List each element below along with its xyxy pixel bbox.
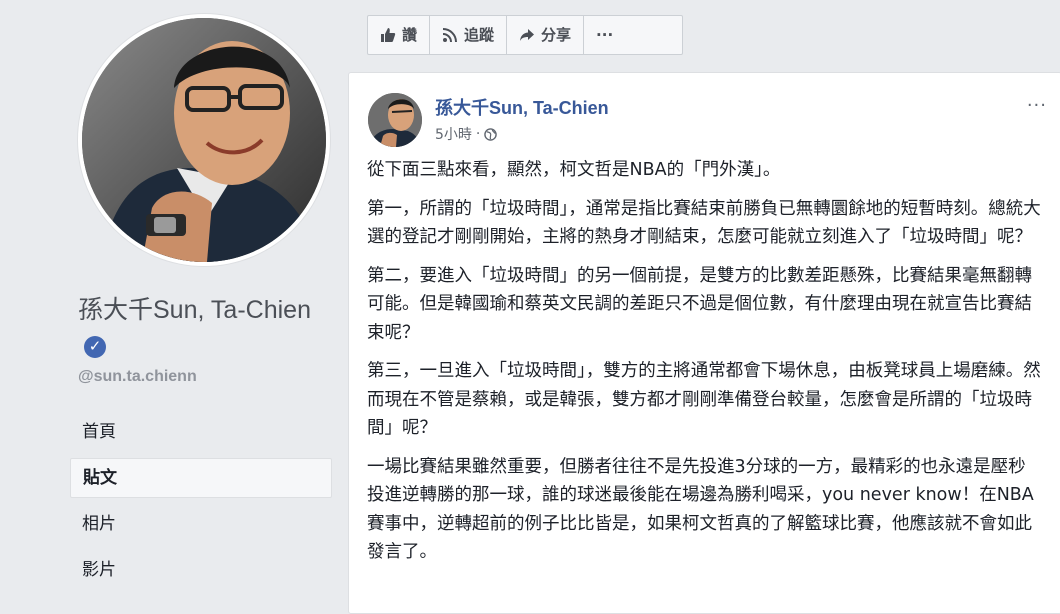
- page-action-bar: 讚 追蹤 分享 ···: [367, 15, 683, 55]
- author-avatar-illustration: [368, 93, 422, 147]
- profile-picture[interactable]: [82, 18, 326, 262]
- verified-badge-icon[interactable]: ✓: [84, 336, 106, 359]
- post-text: 從下面三點來看，顯然，柯文哲是NBA的「門外漢」。 第一，所謂的「垃圾時間」，通…: [367, 156, 1043, 577]
- post-author-avatar[interactable]: [368, 93, 422, 147]
- rss-follow-icon: [442, 28, 458, 43]
- nav-item-photos[interactable]: 相片: [70, 504, 332, 544]
- follow-button[interactable]: 追蹤: [430, 16, 508, 54]
- thumbs-up-icon: [381, 28, 396, 42]
- nav-item-home[interactable]: 首頁: [70, 412, 332, 452]
- nav-item-posts[interactable]: 貼文: [70, 458, 332, 498]
- nav-item-videos[interactable]: 影片: [70, 550, 332, 590]
- share-button[interactable]: 分享: [507, 16, 585, 54]
- post-card: 孫大千Sun, Ta-Chien 5小時 · ··· 從下面三點來看，顯然，柯文…: [348, 72, 1060, 614]
- post-paragraph: 第二，要進入「垃圾時間」的另一個前提，是雙方的比數差距懸殊，比賽結果毫無翻轉可能…: [367, 265, 1032, 343]
- profile-photo-illustration: [82, 18, 326, 262]
- follow-label: 追蹤: [464, 26, 495, 44]
- page-sidebar: 孫大千Sun, Ta-Chien ✓ @sun.ta.chienn 首頁 貼文 相…: [0, 0, 348, 596]
- like-label: 讚: [402, 26, 418, 44]
- post-paragraph: 第一，所謂的「垃圾時間」，通常是指比賽結束前勝負已無轉圜餘地的短暫時刻。總統大選…: [367, 198, 1041, 248]
- post-meta: 5小時 ·: [435, 124, 498, 144]
- share-label: 分享: [541, 26, 572, 44]
- more-options-button[interactable]: ···: [584, 16, 625, 54]
- meta-separator: ·: [475, 126, 481, 142]
- globe-icon[interactable]: [484, 127, 498, 141]
- page-nav: 首頁 貼文 相片 影片: [70, 412, 332, 596]
- share-arrow-icon: [520, 29, 535, 41]
- page-title: 孫大千Sun, Ta-Chien ✓: [78, 292, 338, 364]
- post-paragraph: 從下面三點來看，顯然，柯文哲是NBA的「門外漢」。: [367, 160, 781, 180]
- post-paragraph: 一場比賽結果雖然重要，但勝者往往不是先投進3分球的一方，最精彩的也永遠是壓秒投進…: [367, 456, 1034, 563]
- like-button[interactable]: 讚: [368, 16, 431, 54]
- post-paragraph: 第三，一旦進入「垃圾時間」，雙方的主將通常都會下場休息，由板凳球員上場磨練。然而…: [367, 361, 1041, 438]
- post-author-name[interactable]: 孫大千Sun, Ta-Chien: [435, 94, 609, 120]
- post-options-icon[interactable]: ···: [1027, 95, 1047, 116]
- page-handle[interactable]: @sun.ta.chienn: [78, 368, 197, 386]
- more-options-icon: ···: [596, 26, 614, 44]
- post-timestamp[interactable]: 5小時: [435, 124, 472, 144]
- page-name-text: 孫大千Sun, Ta-Chien: [78, 296, 311, 324]
